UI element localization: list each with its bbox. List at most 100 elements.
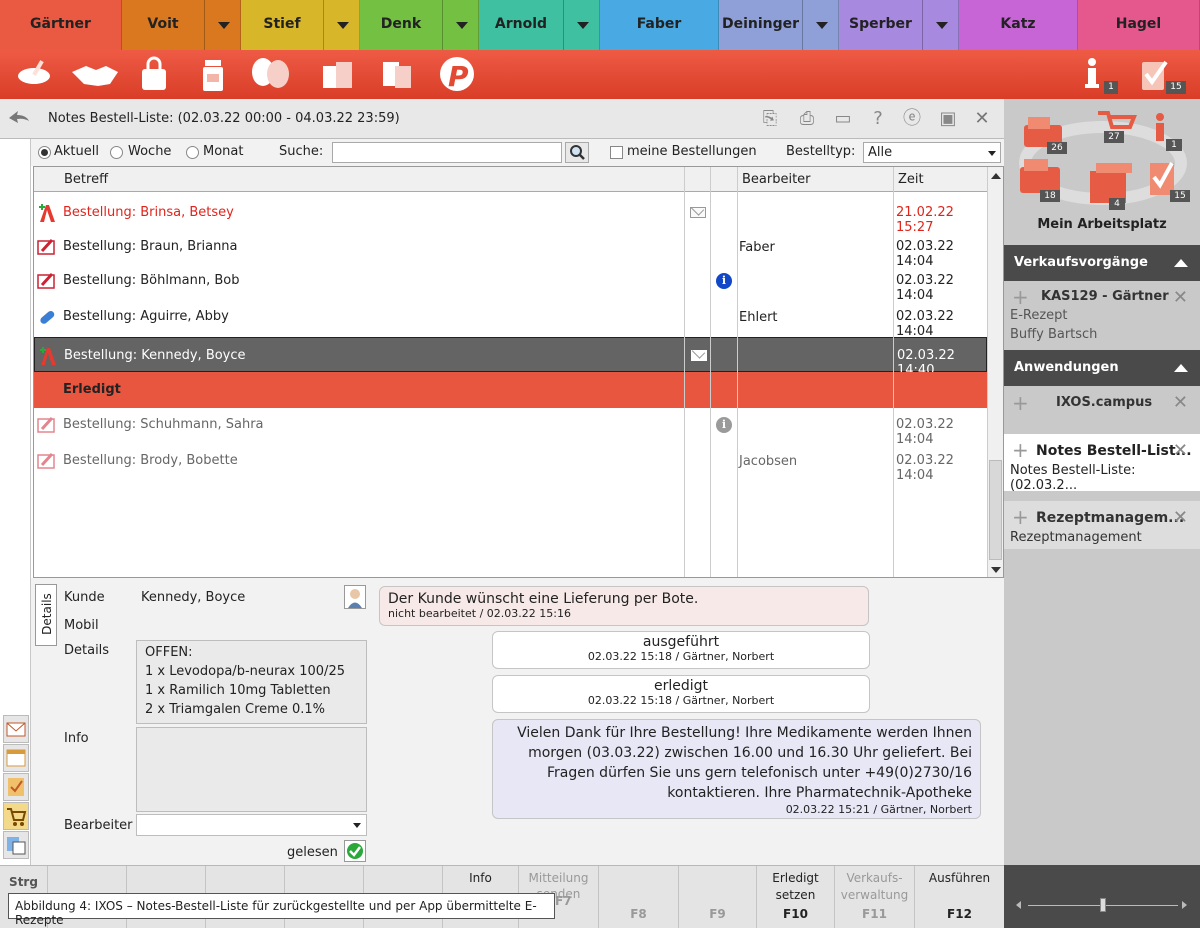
table-row[interactable]: Bestellung: Böhlmann, Bob i 02.03.22 14:04 [34,263,987,303]
fkey-f9[interactable]: F9 [679,866,757,928]
sales-section-header[interactable]: Verkaufsvorgänge [1004,245,1200,281]
table-row[interactable]: Bestellung: Aguirre, Abby Ehlert 02.03.22 … [34,299,987,339]
cash-register-icon[interactable] [1020,159,1060,193]
clerk-select[interactable] [136,814,367,836]
my-orders-checkbox[interactable] [610,146,623,159]
mortar-icon[interactable] [14,56,54,92]
e-icon[interactable]: ⓔ [901,109,923,129]
packages-icon[interactable] [1090,163,1132,203]
group-row[interactable]: Erledigt [34,372,987,408]
search-button[interactable] [565,142,589,163]
radio-month-label: Monat [203,144,244,159]
user-tab[interactable]: Sperber [839,0,959,50]
key-number: F9 [709,907,726,921]
details-tab[interactable]: Details [35,584,57,646]
user-tab-dropdown-icon[interactable] [563,0,599,50]
plus-icon[interactable]: + [1012,440,1029,460]
copy-icon[interactable]: ⎘ [759,109,781,129]
close-icon[interactable]: ✕ [971,109,993,129]
col-subject[interactable]: Betreff [64,172,108,187]
app-item[interactable]: + IXOS.campus ✕ [1004,389,1200,421]
user-tab-dropdown-icon[interactable] [442,0,478,50]
table-row[interactable]: Bestellung: Kennedy, Boyce 02.03.22 14:40 [34,337,987,378]
slider-right-icon[interactable] [1182,901,1187,909]
mail-icon[interactable] [3,715,29,743]
transfer-icon[interactable] [3,831,29,859]
col-time[interactable]: Zeit [898,172,924,187]
info-textarea[interactable] [136,727,367,812]
app-item-active[interactable]: + Notes Bestell-List... ✕ Notes Bestell-… [1004,434,1200,493]
close-icon[interactable]: ✕ [1173,509,1188,527]
workplace-title[interactable]: Mein Arbeitsplatz [1004,217,1200,232]
mail-icon [690,207,706,218]
user-tab-dropdown-icon[interactable] [323,0,359,50]
apps-section-header[interactable]: Anwendungen [1004,350,1200,386]
order-type-select[interactable]: Alle [863,142,1001,163]
plus-icon[interactable]: + [1012,287,1029,307]
print-icon[interactable]: ⎙ [796,109,818,129]
handshake-icon[interactable] [70,56,120,92]
user-tab[interactable]: Hagel [1078,0,1200,50]
slider-thumb[interactable] [1100,898,1106,912]
customers-icon[interactable] [246,56,294,92]
close-icon[interactable]: ✕ [1173,442,1188,460]
table-row[interactable]: Bestellung: Braun, Brianna Faber 02.03.22 … [34,229,987,269]
fkey-f8[interactable]: F8 [599,866,679,928]
sales-item[interactable]: + KAS129 - Gärtner ✕ E-Rezept Buffy Bart… [1004,285,1200,349]
monitor-icon[interactable]: ▭ [832,109,854,129]
radio-week[interactable] [110,146,123,159]
calendar-icon[interactable] [3,744,29,772]
table-row[interactable]: Bestellung: Schuhmann, Sahra i 02.03.22 14… [34,407,987,447]
col-clerk[interactable]: Bearbeiter [742,172,811,187]
p-logo-icon[interactable]: P [437,56,477,92]
table-row[interactable]: Bestellung: Brody, Bobette Jacobsen 02.03.… [34,443,987,483]
search-input[interactable] [332,142,562,163]
radio-month[interactable] [186,146,199,159]
packages-badge: 4 [1109,198,1125,210]
user-tab[interactable]: Denk [360,0,479,50]
customer-label: Kunde [64,590,105,605]
user-tab[interactable]: Stief [241,0,360,50]
boxes-icon[interactable] [318,56,358,92]
a-logo-icon [38,347,58,365]
scroll-down-icon[interactable] [991,567,1001,573]
customer-profile-icon[interactable] [344,585,366,609]
cart-icon[interactable] [3,802,29,830]
radio-current[interactable] [38,146,51,159]
medicine-jar-icon[interactable] [193,56,233,92]
info-icon[interactable]: i [716,273,732,289]
info-key-label: Info [469,871,492,885]
user-tab[interactable]: Voit [122,0,241,50]
plus-icon[interactable]: + [1012,393,1029,413]
window-icon[interactable]: ▣ [937,109,959,129]
details-line: 1 x Ramilich 10mg Tabletten [145,683,331,698]
user-tab[interactable]: Gärtner [0,0,122,50]
sales-management-key[interactable]: Verkaufs- verwaltung F11 [835,866,915,928]
documents-icon[interactable] [377,56,417,92]
info-icon[interactable]: i [716,417,732,433]
shopping-bag-icon[interactable] [134,56,174,92]
scroll-up-icon[interactable] [991,173,1001,179]
table-row[interactable]: Bestellung: Brinsa, Betsey 21.02.22 15:27 [34,195,987,235]
back-arrow-icon[interactable] [8,110,30,124]
user-tab[interactable]: Faber [600,0,719,50]
user-tab-dropdown-icon[interactable] [802,0,838,50]
checklist-icon[interactable] [3,773,29,801]
user-tab[interactable]: Arnold [479,0,600,50]
help-icon[interactable]: ? [867,109,889,129]
close-icon[interactable]: ✕ [1173,394,1188,412]
read-check-icon[interactable] [344,840,366,862]
close-icon[interactable]: ✕ [1173,289,1188,307]
plus-icon[interactable]: + [1012,507,1029,527]
execute-key[interactable]: Ausführen F12 [915,866,1004,928]
user-tab[interactable]: Katz [959,0,1078,50]
scroll-thumb[interactable] [989,460,1002,560]
user-tab-dropdown-icon[interactable] [204,0,240,50]
user-tab[interactable]: Deininger [719,0,839,50]
user-tab-dropdown-icon[interactable] [922,0,958,50]
complete-key[interactable]: Erledigt setzen F10 [757,866,835,928]
app-item[interactable]: + Rezeptmanagem... ✕ Rezeptmanagement [1004,501,1200,549]
info-icon[interactable] [1156,113,1164,141]
slider-left-icon[interactable] [1016,901,1021,909]
table-scrollbar[interactable] [987,167,1003,577]
